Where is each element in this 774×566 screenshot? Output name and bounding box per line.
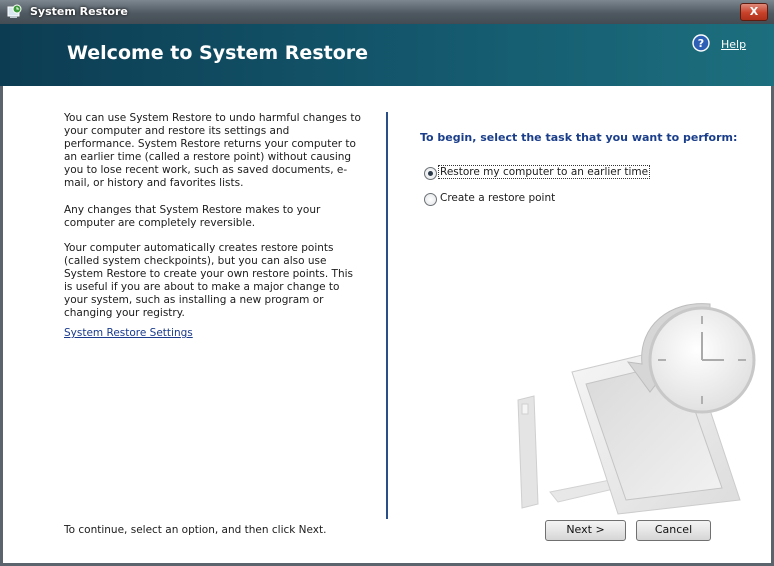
- next-button[interactable]: Next >: [545, 520, 626, 541]
- reversible-paragraph: Any changes that System Restore makes to…: [64, 204, 321, 229]
- task-heading: To begin, select the task that you want …: [420, 131, 738, 144]
- computer-clock-illustration: [517, 303, 756, 515]
- column-divider: [386, 112, 388, 519]
- continue-instruction: To continue, select an option, and then …: [64, 524, 327, 536]
- restore-option-label[interactable]: Restore my computer to an earlier time: [437, 165, 651, 179]
- cancel-button[interactable]: Cancel: [636, 520, 711, 541]
- create-point-option-label[interactable]: Create a restore point: [440, 192, 555, 204]
- intro-paragraph: You can use System Restore to undo harmf…: [64, 112, 361, 189]
- wizard-header: Welcome to System Restore ? Help: [0, 24, 774, 86]
- system-restore-settings-link[interactable]: System Restore Settings: [64, 327, 193, 339]
- window-border-left: [0, 86, 3, 566]
- restore-radio-button[interactable]: [424, 167, 437, 180]
- checkpoints-paragraph: Your computer automatically creates rest…: [64, 242, 353, 319]
- create-point-radio-button[interactable]: [424, 193, 437, 206]
- system-restore-icon: [7, 4, 22, 18]
- help-icon[interactable]: ?: [692, 34, 710, 52]
- page-title: Welcome to System Restore: [67, 42, 369, 64]
- window-title: System Restore: [30, 5, 128, 18]
- title-bar: System Restore X: [0, 0, 774, 24]
- help-link[interactable]: Help: [721, 38, 746, 51]
- svg-text:?: ?: [698, 37, 704, 50]
- close-button[interactable]: X: [740, 3, 768, 21]
